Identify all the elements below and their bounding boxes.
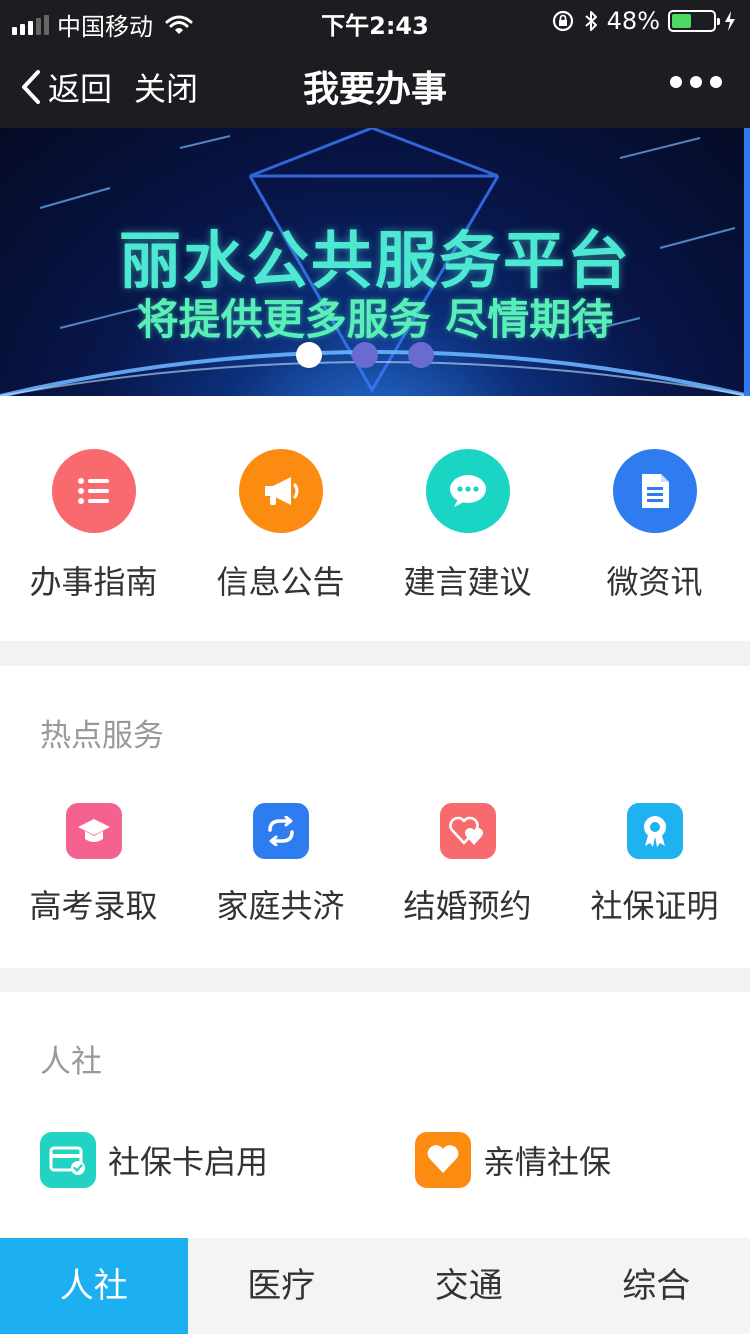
graduation-cap-icon xyxy=(77,819,110,842)
quick-action-circle xyxy=(51,449,136,533)
megaphone-icon xyxy=(264,477,298,505)
status-bar: 中国移动 下午2:43 48% xyxy=(0,0,750,41)
card-check-icon xyxy=(49,1146,85,1175)
service-icon-box xyxy=(40,1132,96,1188)
hearts-icon xyxy=(448,816,483,845)
service-label: 社保卡启用 xyxy=(108,1143,269,1181)
service-label: 亲情社保 xyxy=(483,1143,612,1181)
service-icon-box xyxy=(626,803,683,859)
chat-icon xyxy=(449,475,486,507)
hot-services-section: 热点服务 高考录取 家庭共济 结婚预约 社保证明 xyxy=(0,666,750,968)
service-label: 家庭共济 xyxy=(216,887,345,925)
quick-action-label: 微资讯 xyxy=(606,563,703,601)
quick-action-circle xyxy=(425,449,510,533)
heart-icon xyxy=(427,1145,459,1173)
service-icon-box xyxy=(252,803,309,859)
section-title: 热点服务 xyxy=(40,718,164,754)
banner-carousel[interactable]: 丽水公共服务平台 将提供更多服务 尽情期待 xyxy=(0,128,750,396)
page-title: 我要办事 xyxy=(302,69,447,110)
battery-percent: 48% xyxy=(606,7,660,35)
service-certificate[interactable]: 社保证明 xyxy=(561,803,748,927)
quick-action-notice[interactable]: 信息公告 xyxy=(187,449,374,603)
service-icon-box xyxy=(439,803,496,859)
quick-action-suggestion[interactable]: 建言建议 xyxy=(374,449,561,603)
more-dot-icon xyxy=(710,76,722,88)
document-icon xyxy=(641,474,669,508)
quick-action-guide[interactable]: 办事指南 xyxy=(0,449,187,603)
quick-action-label: 信息公告 xyxy=(216,563,345,601)
banner-subline: 将提供更多服务 尽情期待 xyxy=(136,295,614,344)
service-gaokao[interactable]: 高考录取 xyxy=(0,803,187,927)
list-icon xyxy=(77,478,109,504)
service-label: 社保证明 xyxy=(590,887,719,925)
battery-fill xyxy=(672,14,692,28)
battery-icon xyxy=(668,10,720,32)
service-label: 高考录取 xyxy=(29,887,158,925)
quick-actions: 办事指南 信息公告 建言建议 微资讯 xyxy=(0,396,750,641)
certificate-icon xyxy=(643,816,666,847)
refresh-icon xyxy=(267,816,294,846)
quick-action-circle xyxy=(238,449,323,533)
more-button[interactable] xyxy=(670,76,722,88)
quick-action-circle xyxy=(612,449,697,533)
service-card-activation[interactable]: 社保卡启用 xyxy=(40,1132,268,1188)
bluetooth-icon xyxy=(584,11,597,31)
carousel-dot[interactable] xyxy=(408,342,434,368)
carousel-dot[interactable] xyxy=(352,342,378,368)
tab-traffic[interactable]: 交通 xyxy=(375,1238,563,1334)
bottom-tab-bar: 人社 医疗 交通 综合 xyxy=(0,1238,750,1334)
charging-icon xyxy=(725,11,735,31)
quick-action-news[interactable]: 微资讯 xyxy=(561,449,748,603)
more-dot-icon xyxy=(690,76,702,88)
section-title: 人社 xyxy=(40,1044,102,1080)
nav-bar: 返回 关闭 我要办事 xyxy=(0,40,750,128)
service-family-insurance[interactable]: 亲情社保 xyxy=(415,1132,611,1188)
service-family[interactable]: 家庭共济 xyxy=(187,803,374,927)
quick-action-label: 建言建议 xyxy=(403,563,532,601)
quick-action-label: 办事指南 xyxy=(29,563,158,601)
tab-medical[interactable]: 医疗 xyxy=(188,1238,376,1334)
service-icon-box xyxy=(65,803,122,859)
service-label: 结婚预约 xyxy=(403,887,532,925)
carousel-indicator xyxy=(296,342,434,368)
renshe-section: 人社 社保卡启用 亲情社保 xyxy=(0,992,750,1238)
more-dot-icon xyxy=(670,76,682,88)
service-icon-box xyxy=(415,1132,471,1188)
rotation-lock-icon xyxy=(552,10,573,32)
service-marriage[interactable]: 结婚预约 xyxy=(374,803,561,927)
tab-general[interactable]: 综合 xyxy=(563,1238,750,1334)
carousel-dot[interactable] xyxy=(296,342,322,368)
tab-renshe[interactable]: 人社 xyxy=(0,1238,188,1334)
status-right: 48% xyxy=(551,7,736,35)
